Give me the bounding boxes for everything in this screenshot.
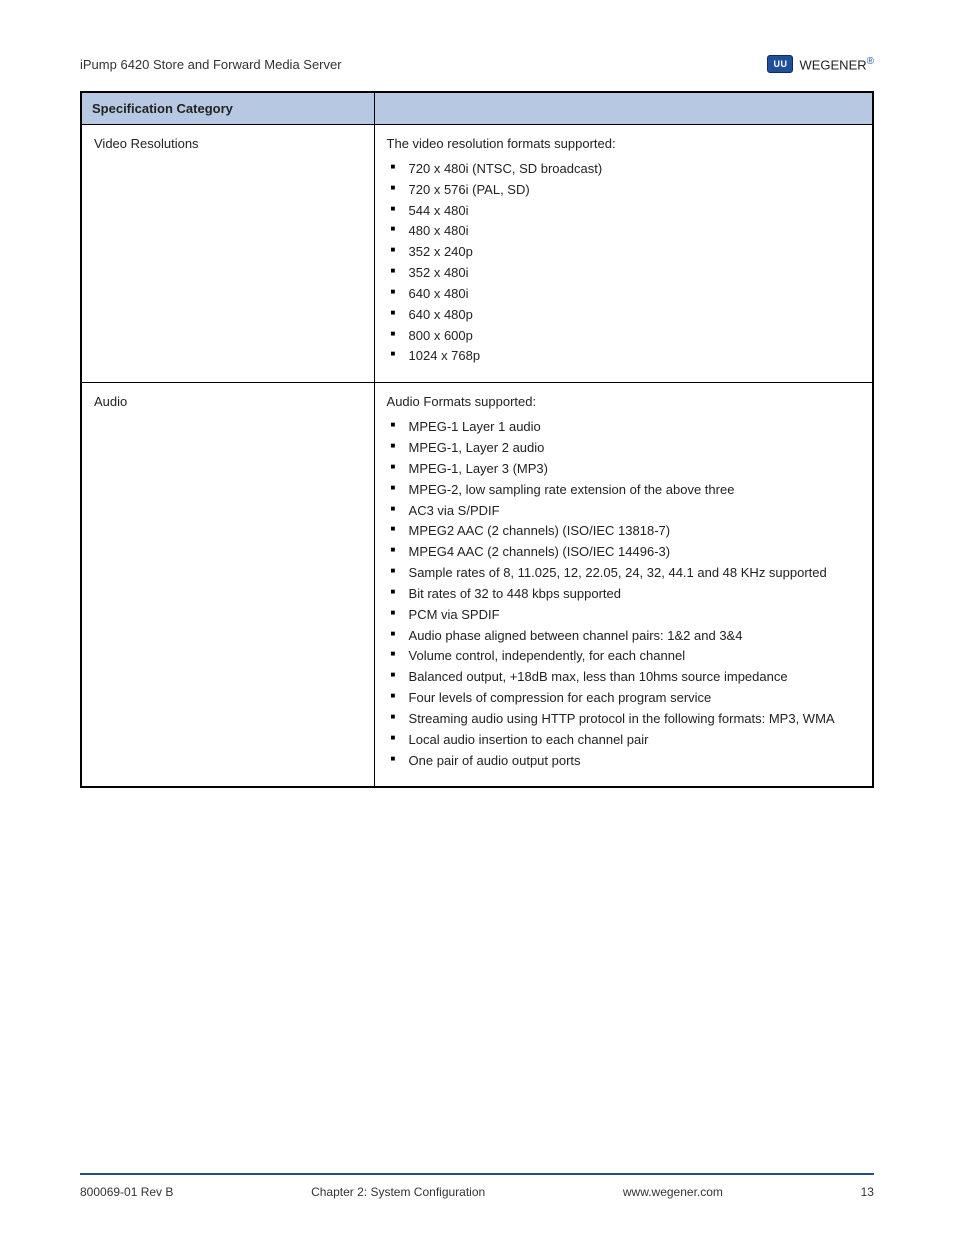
list-item: Sample rates of 8, 11.025, 12, 22.05, 24… <box>391 564 860 583</box>
list-item: MPEG-2, low sampling rate extension of t… <box>391 481 860 500</box>
footer-center: Chapter 2: System Configuration <box>311 1185 485 1199</box>
cell-intro: The video resolution formats supported: <box>387 135 860 154</box>
details-cell: The video resolution formats supported: … <box>374 125 873 383</box>
footer-left: 800069-01 Rev B <box>80 1185 173 1199</box>
list-item: 640 x 480i <box>391 285 860 304</box>
list-item: Streaming audio using HTTP protocol in t… <box>391 710 860 729</box>
category-cell: Audio <box>81 383 374 788</box>
list-item: 800 x 600p <box>391 327 860 346</box>
list-item: MPEG-1 Layer 1 audio <box>391 418 860 437</box>
bullet-list: MPEG-1 Layer 1 audio MPEG-1, Layer 2 aud… <box>387 418 860 770</box>
list-item: Volume control, independently, for each … <box>391 647 860 666</box>
col-header-details <box>374 92 873 125</box>
brand-text: WEGENER® <box>799 56 874 72</box>
list-item: Local audio insertion to each channel pa… <box>391 731 860 750</box>
page-footer: 800069-01 Rev B Chapter 2: System Config… <box>80 1185 874 1199</box>
doc-title: iPump 6420 Store and Forward Media Serve… <box>80 57 342 72</box>
list-item: 720 x 576i (PAL, SD) <box>391 181 860 200</box>
list-item: Balanced output, +18dB max, less than 10… <box>391 668 860 687</box>
list-item: One pair of audio output ports <box>391 752 860 771</box>
list-item: PCM via SPDIF <box>391 606 860 625</box>
list-item: 480 x 480i <box>391 222 860 241</box>
list-item: 720 x 480i (NTSC, SD broadcast) <box>391 160 860 179</box>
cell-intro: Audio Formats supported: <box>387 393 860 412</box>
bullet-list: 720 x 480i (NTSC, SD broadcast) 720 x 57… <box>387 160 860 366</box>
list-item: 640 x 480p <box>391 306 860 325</box>
footer-page: 13 <box>861 1185 874 1199</box>
spec-table: Specification Category Video Resolutions… <box>80 91 874 788</box>
footer-rule <box>80 1173 874 1175</box>
page-header: iPump 6420 Store and Forward Media Serve… <box>80 55 874 73</box>
table-row: Audio Audio Formats supported: MPEG-1 La… <box>81 383 873 788</box>
list-item: Bit rates of 32 to 448 kbps supported <box>391 585 860 604</box>
brand-logo: UU WEGENER® <box>767 55 874 73</box>
category-cell: Video Resolutions <box>81 125 374 383</box>
list-item: MPEG-1, Layer 3 (MP3) <box>391 460 860 479</box>
list-item: MPEG2 AAC (2 channels) (ISO/IEC 13818-7) <box>391 522 860 541</box>
list-item: AC3 via S/PDIF <box>391 502 860 521</box>
brand-badge-icon: UU <box>767 55 793 73</box>
list-item: MPEG4 AAC (2 channels) (ISO/IEC 14496-3) <box>391 543 860 562</box>
col-header-category: Specification Category <box>81 92 374 125</box>
list-item: 1024 x 768p <box>391 347 860 366</box>
list-item: 352 x 480i <box>391 264 860 283</box>
list-item: 544 x 480i <box>391 202 860 221</box>
table-row: Video Resolutions The video resolution f… <box>81 125 873 383</box>
list-item: MPEG-1, Layer 2 audio <box>391 439 860 458</box>
list-item: Four levels of compression for each prog… <box>391 689 860 708</box>
list-item: 352 x 240p <box>391 243 860 262</box>
list-item: Audio phase aligned between channel pair… <box>391 627 860 646</box>
details-cell: Audio Formats supported: MPEG-1 Layer 1 … <box>374 383 873 788</box>
footer-right: www.wegener.com <box>623 1185 723 1199</box>
